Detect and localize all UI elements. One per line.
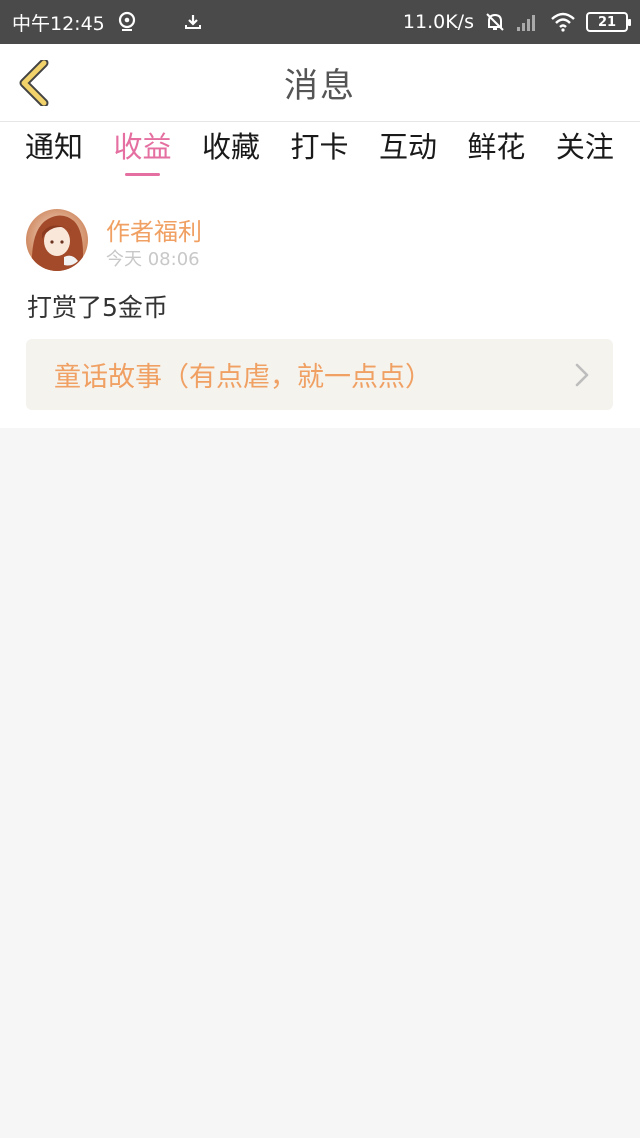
sender-name[interactable]: 作者福利 [106,212,202,247]
status-bar: 中午12:45 11.0K/s 21 [0,0,640,44]
network-speed: 11.0K/s [402,11,474,33]
battery-level: 21 [597,14,617,30]
tab-bar: 通知 收益 收藏 打卡 互动 鲜花 关注 [0,122,640,178]
tab-flowers[interactable]: 鲜花 [467,122,525,178]
message-text: 打赏了5金币 [27,293,168,322]
tab-earnings[interactable]: 收益 [113,122,172,178]
status-time: 中午12:45 [12,12,105,35]
message-timestamp: 今天 08:06 [106,249,200,270]
mute-icon [484,11,506,33]
tab-follows[interactable]: 关注 [556,122,614,178]
wifi-icon [550,12,576,32]
location-icon [117,11,137,33]
message-card: 作者福利 今天 08:06 打赏了5金币 童话故事（有点虐，就一点点） [0,178,640,428]
signal-icon [516,12,540,32]
nav-bar: 消息 [0,44,640,122]
battery-icon: 21 [586,12,631,32]
tab-notifications[interactable]: 通知 [25,122,83,178]
chevron-right-icon [575,363,589,386]
chevron-left-icon [19,60,49,106]
avatar[interactable] [26,209,88,271]
tab-interactions[interactable]: 互动 [379,122,437,178]
tab-favorites[interactable]: 收藏 [202,122,260,178]
tab-checkin[interactable]: 打卡 [290,122,348,178]
story-title: 童话故事（有点虐，就一点点） [54,362,432,393]
story-link[interactable]: 童话故事（有点虐，就一点点） [26,339,613,410]
download-icon [183,12,203,32]
back-button[interactable] [14,58,54,108]
page-title: 消息 [284,66,356,106]
